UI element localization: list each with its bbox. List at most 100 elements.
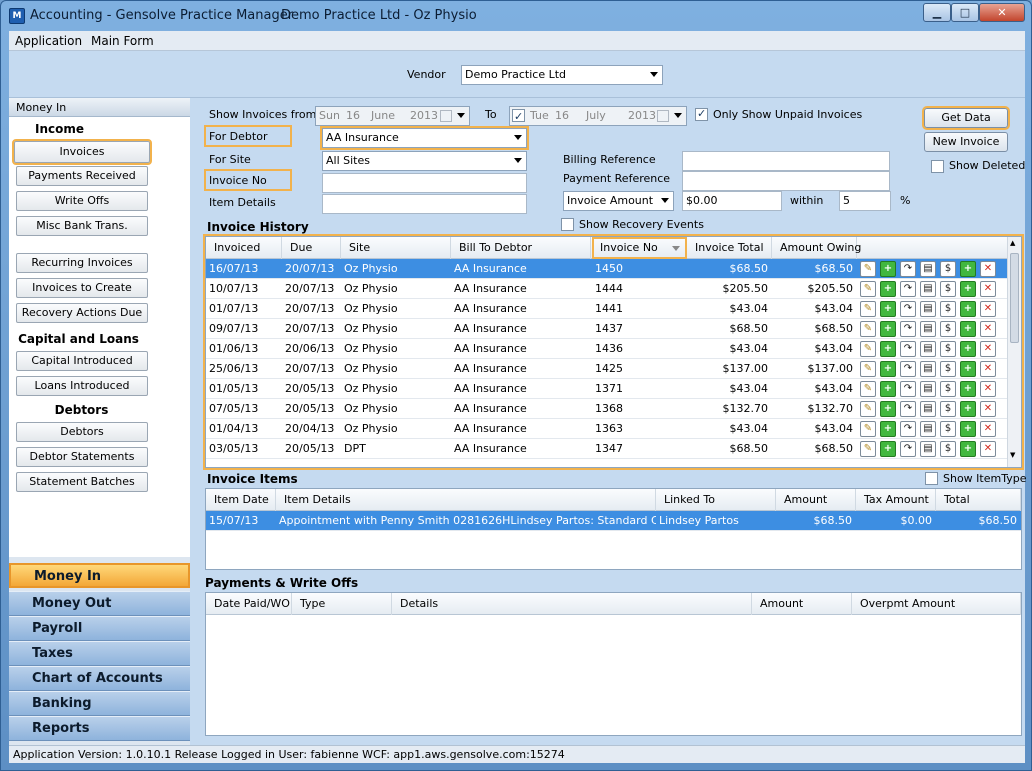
add-icon[interactable]: + — [960, 341, 976, 357]
within-input[interactable]: 5 — [839, 191, 891, 211]
edit-icon[interactable]: ✎ — [860, 341, 876, 357]
print-icon[interactable]: ▤ — [920, 281, 936, 297]
delete-icon[interactable]: ✕ — [980, 441, 996, 457]
col-linked-to[interactable]: Linked To — [656, 489, 776, 511]
delete-icon[interactable]: ✕ — [980, 301, 996, 317]
col-amount-owing[interactable]: Amount Owing — [772, 237, 861, 259]
edit-icon[interactable]: ✎ — [860, 401, 876, 417]
show-recovery-checkbox[interactable] — [561, 218, 574, 231]
add-icon[interactable]: + — [960, 381, 976, 397]
add-icon[interactable]: + — [960, 421, 976, 437]
col-site[interactable]: Site — [341, 237, 451, 259]
vendor-select[interactable]: Demo Practice Ltd — [461, 65, 663, 85]
dollar-icon[interactable]: $ — [940, 401, 956, 417]
nav-taxes[interactable]: Taxes — [9, 641, 190, 666]
capital-introduced-button[interactable]: Capital Introduced — [16, 351, 148, 371]
misc-bank-trans-button[interactable]: Misc Bank Trans. — [16, 216, 148, 236]
table-row[interactable]: 03/05/13 20/05/13 DPT AA Insurance 1347 $68.5… — [206, 439, 1009, 459]
add-payment-icon[interactable]: + — [880, 261, 896, 277]
table-row[interactable]: 01/05/13 20/05/13 Oz Physio AA Insurance 137… — [206, 379, 1009, 399]
print-icon[interactable]: ▤ — [920, 401, 936, 417]
nav-money-in[interactable]: Money In — [9, 563, 190, 588]
print-icon[interactable]: ▤ — [920, 261, 936, 277]
table-row[interactable]: 01/04/13 20/04/13 Oz Physio AA Insurance 136… — [206, 419, 1009, 439]
dollar-icon[interactable]: $ — [940, 321, 956, 337]
for-site-select[interactable]: All Sites — [322, 151, 527, 171]
add-payment-icon[interactable]: + — [880, 381, 896, 397]
dollar-icon[interactable]: $ — [940, 441, 956, 457]
item-row[interactable]: 15/07/13 Appointment with Penny Smith 02… — [206, 511, 1021, 531]
reissue-icon[interactable]: ↷ — [900, 321, 916, 337]
dollar-icon[interactable]: $ — [940, 301, 956, 317]
edit-icon[interactable]: ✎ — [860, 261, 876, 277]
scroll-down-icon[interactable]: ▼ — [1010, 451, 1015, 459]
reissue-icon[interactable]: ↷ — [900, 401, 916, 417]
add-icon[interactable]: + — [960, 301, 976, 317]
add-payment-icon[interactable]: + — [880, 321, 896, 337]
reissue-icon[interactable]: ↷ — [900, 441, 916, 457]
vertical-scrollbar[interactable]: ▲ ▼ — [1007, 237, 1021, 467]
col-tax-amount[interactable]: Tax Amount — [856, 489, 936, 511]
delete-icon[interactable]: ✕ — [980, 361, 996, 377]
add-icon[interactable]: + — [960, 401, 976, 417]
col-bill-to[interactable]: Bill To Debtor — [451, 237, 591, 259]
nav-chart-of-accounts[interactable]: Chart of Accounts — [9, 666, 190, 691]
dollar-icon[interactable]: $ — [940, 341, 956, 357]
reissue-icon[interactable]: ↷ — [900, 361, 916, 377]
col-due[interactable]: Due — [282, 237, 341, 259]
recurring-invoices-button[interactable]: Recurring Invoices — [16, 253, 148, 273]
delete-icon[interactable]: ✕ — [980, 341, 996, 357]
dollar-icon[interactable]: $ — [940, 261, 956, 277]
write-offs-button[interactable]: Write Offs — [16, 191, 148, 211]
print-icon[interactable]: ▤ — [920, 421, 936, 437]
maximize-button[interactable]: □ — [951, 3, 979, 22]
get-data-button[interactable]: Get Data — [922, 106, 1010, 130]
print-icon[interactable]: ▤ — [920, 321, 936, 337]
recovery-actions-due-button[interactable]: Recovery Actions Due — [16, 303, 148, 323]
col-details[interactable]: Details — [392, 593, 752, 615]
table-row[interactable]: 01/06/13 20/06/13 Oz Physio AA Insurance 143… — [206, 339, 1009, 359]
col-overpmt[interactable]: Overpmt Amount — [852, 593, 1021, 615]
minimize-button[interactable]: ▁ — [923, 3, 951, 22]
add-icon[interactable]: + — [960, 261, 976, 277]
dollar-icon[interactable]: $ — [940, 361, 956, 377]
nav-payroll[interactable]: Payroll — [9, 616, 190, 641]
to-date-checkbox[interactable] — [512, 108, 525, 125]
add-icon[interactable]: + — [960, 281, 976, 297]
invoice-no-input[interactable] — [322, 173, 527, 193]
add-payment-icon[interactable]: + — [880, 341, 896, 357]
print-icon[interactable]: ▤ — [920, 301, 936, 317]
dollar-icon[interactable]: $ — [940, 281, 956, 297]
edit-icon[interactable]: ✎ — [860, 301, 876, 317]
add-payment-icon[interactable]: + — [880, 301, 896, 317]
nav-money-out[interactable]: Money Out — [9, 591, 190, 616]
edit-icon[interactable]: ✎ — [860, 361, 876, 377]
add-payment-icon[interactable]: + — [880, 281, 896, 297]
loans-introduced-button[interactable]: Loans Introduced — [16, 376, 148, 396]
invoices-button[interactable]: Invoices — [12, 139, 152, 165]
amount-input[interactable]: $0.00 — [682, 191, 782, 211]
amount-type-select[interactable]: Invoice Amount — [563, 191, 674, 211]
dollar-icon[interactable]: $ — [940, 421, 956, 437]
col-total[interactable]: Total — [936, 489, 1021, 511]
delete-icon[interactable]: ✕ — [980, 421, 996, 437]
delete-icon[interactable]: ✕ — [980, 321, 996, 337]
edit-icon[interactable]: ✎ — [860, 441, 876, 457]
add-payment-icon[interactable]: + — [880, 421, 896, 437]
col-type[interactable]: Type — [292, 593, 392, 615]
col-amount[interactable]: Amount — [776, 489, 856, 511]
table-row[interactable]: 01/07/13 20/07/13 Oz Physio AA Insurance 144… — [206, 299, 1009, 319]
add-payment-icon[interactable]: + — [880, 441, 896, 457]
dollar-icon[interactable]: $ — [940, 381, 956, 397]
col-item-details[interactable]: Item Details — [276, 489, 656, 511]
nav-banking[interactable]: Banking — [9, 691, 190, 716]
col-date-paid[interactable]: Date Paid/WO — [206, 593, 292, 615]
print-icon[interactable]: ▤ — [920, 341, 936, 357]
unpaid-checkbox[interactable] — [695, 107, 708, 121]
from-date-picker[interactable]: Sun 16 June 2013 — [315, 106, 470, 126]
invoices-to-create-button[interactable]: Invoices to Create — [16, 278, 148, 298]
edit-icon[interactable]: ✎ — [860, 381, 876, 397]
reissue-icon[interactable]: ↷ — [900, 341, 916, 357]
to-date-picker[interactable]: Tue 16 July 2013 — [509, 106, 687, 126]
print-icon[interactable]: ▤ — [920, 441, 936, 457]
